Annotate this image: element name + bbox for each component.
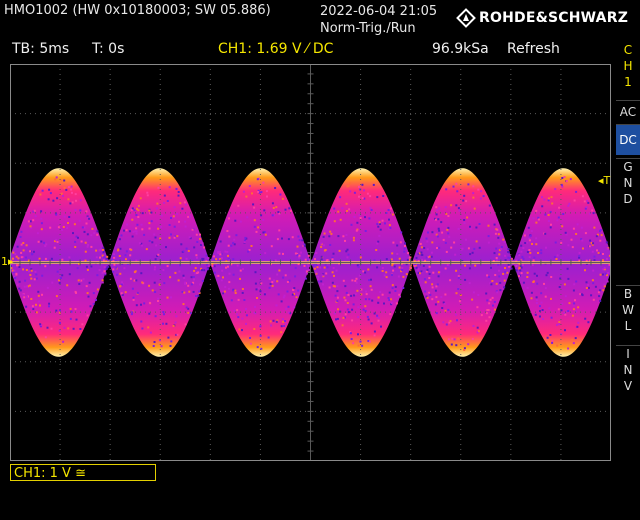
channel-1-menu-label: C H 1: [616, 42, 640, 90]
trigger-info[interactable]: CH1: 1.69 V ⁄ DC: [218, 41, 333, 57]
channel-scale-box[interactable]: CH1: 1 V ≅: [10, 464, 156, 481]
acquisition-mode[interactable]: Refresh: [507, 41, 560, 57]
graticule-grid: [10, 64, 611, 461]
rs-diamond-icon: [456, 8, 476, 28]
sample-rate: 96.9kSa: [432, 41, 489, 57]
datetime-trigger-block: 2022-06-04 21:05 Norm-Trig./Run: [320, 3, 437, 37]
coupling-dc-button[interactable]: DC: [616, 124, 640, 155]
brand-logo: ROHDE&SCHWARZ: [456, 8, 628, 28]
device-info: HMO1002 (HW 0x10180003; SW 05.886): [4, 3, 271, 18]
trigger-mode: Norm-Trig./Run: [320, 21, 416, 36]
brand-name: ROHDE&SCHWARZ: [479, 10, 629, 26]
coupling-gnd-button[interactable]: G N D: [616, 158, 640, 207]
invert-button[interactable]: I N V: [616, 345, 640, 394]
trigger-time[interactable]: T: 0s: [92, 41, 124, 57]
bandwidth-limit-button[interactable]: B W L: [616, 285, 640, 334]
trigger-level-marker: ◂T: [598, 174, 611, 187]
date-time: 2022-06-04 21:05: [320, 4, 438, 19]
coupling-ac-button[interactable]: AC: [616, 100, 640, 123]
channel-scale-label: CH1: 1 V ≅: [14, 466, 86, 481]
waveform-display[interactable]: [10, 64, 611, 461]
scope-graticule: [10, 64, 611, 461]
ground-marker: 1▸: [1, 255, 14, 268]
timebase[interactable]: TB: 5ms: [12, 41, 69, 57]
